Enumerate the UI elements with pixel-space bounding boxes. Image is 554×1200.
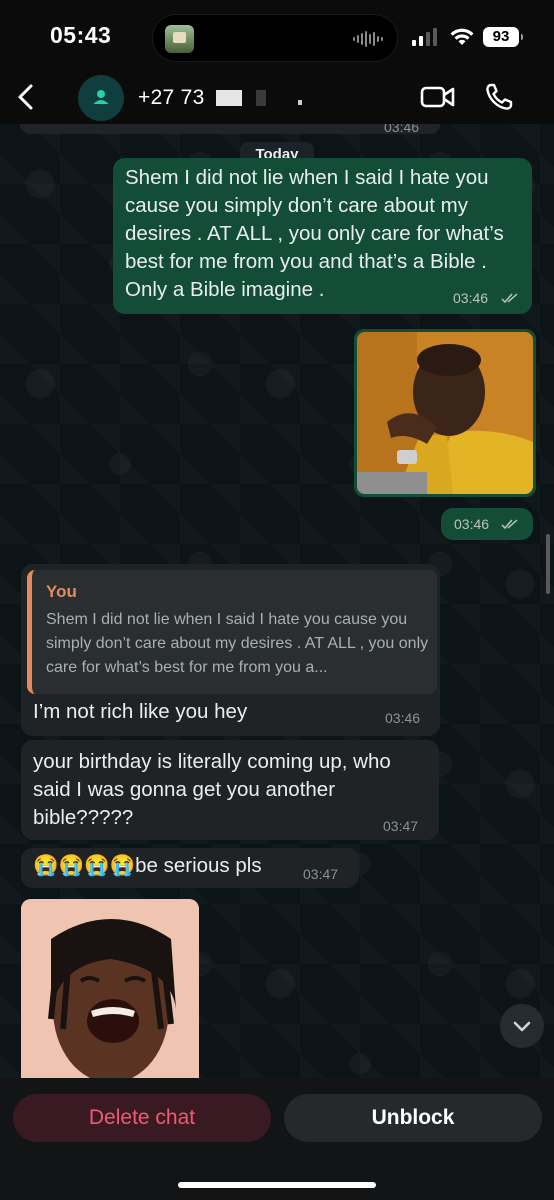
image-time-bubble: 03:46	[441, 508, 533, 540]
message-text: Shem I did not lie when I said I hate yo…	[125, 166, 504, 301]
chat-messages[interactable]: 03:46 Today Shem I did not lie when I sa…	[0, 124, 554, 1078]
scrollbar[interactable]	[546, 534, 550, 594]
contact-name[interactable]: +27 73	[138, 86, 205, 110]
home-indicator[interactable]	[178, 1182, 376, 1188]
previous-message	[20, 124, 440, 134]
chevron-left-icon[interactable]	[12, 82, 42, 112]
avatar[interactable]	[78, 75, 124, 121]
video-camera-icon[interactable]	[420, 84, 456, 110]
outgoing-message[interactable]: Shem I did not lie when I said I hate yo…	[113, 158, 532, 314]
audio-waveform-icon	[353, 30, 383, 48]
message-time: 03:46	[454, 516, 490, 532]
cellular-signal-icon	[412, 28, 437, 46]
battery-indicator: 93	[483, 27, 523, 47]
chevron-down-icon	[513, 1021, 531, 1032]
read-receipt-icon	[501, 519, 518, 530]
message-text: I’m not rich like you hey	[33, 700, 248, 723]
quoted-message[interactable]: You Shem I did not lie when I said I hat…	[27, 570, 437, 694]
status-bar: 05:43 93	[0, 0, 554, 72]
wifi-icon	[450, 28, 474, 45]
read-receipt-icon	[501, 293, 518, 304]
quoted-text: Shem I did not lie when I said I hate yo…	[46, 611, 429, 676]
phone-icon[interactable]	[484, 82, 514, 112]
previous-message-time: 03:46	[384, 124, 420, 135]
quoted-author: You	[46, 582, 77, 601]
scroll-to-bottom-button[interactable]	[500, 1004, 544, 1048]
message-text: your birthday is literally coming up, wh…	[33, 750, 391, 829]
outgoing-image-message[interactable]	[354, 329, 536, 497]
shared-photo[interactable]	[357, 332, 533, 494]
now-playing-artwork	[165, 25, 194, 53]
incoming-message[interactable]: your birthday is literally coming up, wh…	[21, 740, 439, 840]
delete-chat-button[interactable]: Delete chat	[13, 1094, 271, 1142]
message-time: 03:47	[303, 866, 339, 882]
man-thinking-photo	[357, 332, 533, 494]
message-text: 😭😭😭😭be serious pls	[33, 854, 262, 877]
blocked-contact-actions: Delete chat Unblock	[0, 1078, 554, 1200]
incoming-reply-message[interactable]: You Shem I did not lie when I said I hat…	[21, 564, 440, 736]
laughing-man-photo	[21, 899, 199, 1078]
message-time: 03:46	[385, 710, 421, 726]
status-time: 05:43	[50, 22, 112, 48]
person-icon	[93, 90, 109, 104]
chat-header: +27 73	[0, 72, 554, 124]
incoming-image-message[interactable]	[21, 899, 199, 1078]
unblock-button[interactable]: Unblock	[284, 1094, 542, 1142]
message-time: 03:46	[453, 290, 489, 306]
incoming-message[interactable]: 😭😭😭😭be serious pls 03:47	[21, 848, 359, 888]
message-time: 03:47	[383, 818, 419, 834]
dynamic-island[interactable]	[152, 14, 398, 62]
